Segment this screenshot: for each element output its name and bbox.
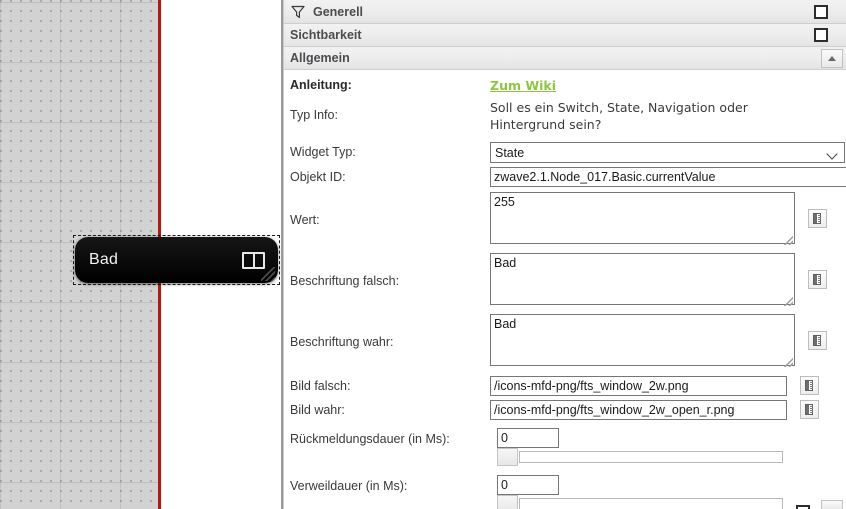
label-bild-falsch: Bild falsch: (290, 379, 351, 393)
section-checkbox-sichtbarkeit[interactable] (814, 28, 828, 42)
properties-panel: Generell Sichtbarkeit Allgemein Anleitun… (283, 0, 846, 509)
rueckmeldungsdauer-input[interactable] (497, 428, 559, 448)
control-bild-falsch (490, 376, 846, 396)
control-typ-info: Soll es ein Switch, State, Navigation od… (490, 99, 846, 133)
row-rueckmeldungsdauer: Rückmeldungsdauer (in Ms): (284, 420, 846, 466)
beschriftung-wahr-textarea[interactable]: Bad (490, 314, 795, 366)
control-beschriftung-wahr: Bad (490, 314, 846, 369)
control-beschriftung-falsch: Bad (490, 253, 846, 308)
object-picker-icon (805, 404, 814, 415)
row-bild-wahr: Bild wahr: (284, 396, 846, 420)
label-objekt-id: Objekt ID: (290, 170, 346, 184)
section-title-sichtbarkeit: Sichtbarkeit (290, 28, 362, 42)
design-canvas[interactable]: Bad (0, 0, 283, 509)
beschriftung-falsch-object-picker-button[interactable] (807, 270, 827, 289)
section-title-generell: Generell (313, 4, 364, 19)
widget-selection-outline[interactable]: Bad (73, 235, 280, 285)
collapse-button-partial[interactable] (821, 500, 843, 509)
beschriftung-falsch-textarea[interactable]: Bad (490, 253, 795, 305)
widget-editor-window: Bad Generell Sichtbarkeit Allgemein Anle… (0, 0, 846, 509)
label-anleitung: Anleitung: (290, 78, 352, 92)
widget-resize-handle[interactable] (261, 267, 275, 281)
beschriftung-wahr-textarea-wrap: Bad (490, 314, 795, 369)
filter-icon (290, 4, 306, 20)
widget-preview-label: Bad (89, 251, 119, 268)
section-header-generell[interactable]: Generell (284, 0, 846, 24)
row-verweildauer: Verweildauer (in Ms): (284, 466, 846, 509)
label-wert: Wert: (290, 213, 320, 227)
control-bild-wahr (490, 400, 846, 420)
next-section-partial (284, 500, 846, 509)
row-beschriftung-wahr: Beschriftung wahr: Bad (284, 308, 846, 369)
label-widget-typ: Widget Typ: (290, 145, 356, 159)
objekt-id-input[interactable] (490, 167, 846, 187)
label-beschriftung-wahr: Beschriftung wahr: (290, 335, 394, 349)
widget-preview-bad[interactable]: Bad (75, 237, 278, 283)
control-rueckmeldungsdauer (497, 428, 846, 466)
row-beschriftung-falsch: Beschriftung falsch: Bad (284, 247, 846, 308)
bild-falsch-input[interactable] (490, 376, 787, 396)
label-rueckmeldungsdauer: Rückmeldungsdauer (in Ms): (290, 432, 450, 446)
object-picker-icon (813, 274, 822, 285)
section-checkbox-generell[interactable] (814, 4, 828, 19)
allgemein-form: Anleitung: Zum Wiki Typ Info: Soll es ei… (284, 70, 846, 509)
wert-textarea[interactable]: 255 (490, 192, 795, 244)
row-wert: Wert: 255 (284, 187, 846, 247)
zum-wiki-link[interactable]: Zum Wiki (490, 78, 556, 93)
collapse-allgemein-button[interactable] (821, 48, 843, 68)
object-picker-icon (813, 213, 822, 224)
label-bild-wahr: Bild wahr: (290, 403, 345, 417)
wert-textarea-wrap: 255 (490, 192, 795, 247)
chevron-up-icon (828, 55, 836, 61)
bild-falsch-object-picker-button[interactable] (799, 376, 819, 395)
verweildauer-input[interactable] (497, 475, 559, 495)
beschriftung-wahr-object-picker-button[interactable] (807, 331, 827, 350)
window-2pane-icon (242, 251, 265, 269)
control-objekt-id (490, 167, 846, 187)
object-picker-icon (805, 380, 814, 391)
wert-object-picker-button[interactable] (807, 209, 827, 228)
label-beschriftung-falsch: Beschriftung falsch: (290, 274, 400, 288)
row-anleitung: Anleitung: Zum Wiki (284, 70, 846, 93)
row-bild-falsch: Bild falsch: (284, 369, 846, 396)
bild-wahr-input[interactable] (490, 400, 787, 420)
widget-typ-select[interactable]: State (490, 142, 845, 163)
typ-info-text: Soll es ein Switch, State, Navigation od… (490, 100, 748, 132)
label-typ-info: Typ Info: (290, 108, 338, 122)
row-typ-info: Typ Info: Soll es ein Switch, State, Nav… (284, 93, 846, 133)
slider-track[interactable] (519, 451, 783, 463)
object-picker-icon (813, 335, 822, 346)
label-verweildauer: Verweildauer (in Ms): (290, 479, 408, 493)
section-header-allgemein[interactable]: Allgemein (284, 47, 846, 70)
beschriftung-falsch-textarea-wrap: Bad (490, 253, 795, 308)
section-checkbox-partial[interactable] (796, 505, 810, 509)
bild-wahr-object-picker-button[interactable] (799, 400, 819, 419)
control-widget-typ: State (490, 142, 846, 163)
control-anleitung: Zum Wiki (490, 78, 846, 93)
row-objekt-id: Objekt ID: (284, 163, 846, 187)
widget-typ-select-wrap: State (490, 142, 845, 163)
section-title-allgemein: Allgemein (290, 51, 350, 65)
slider-thumb[interactable] (497, 448, 518, 466)
row-widget-typ: Widget Typ: State (284, 133, 846, 163)
rueckmeldungsdauer-slider[interactable] (497, 448, 783, 466)
section-header-sichtbarkeit[interactable]: Sichtbarkeit (284, 24, 846, 47)
control-wert: 255 (490, 192, 846, 247)
